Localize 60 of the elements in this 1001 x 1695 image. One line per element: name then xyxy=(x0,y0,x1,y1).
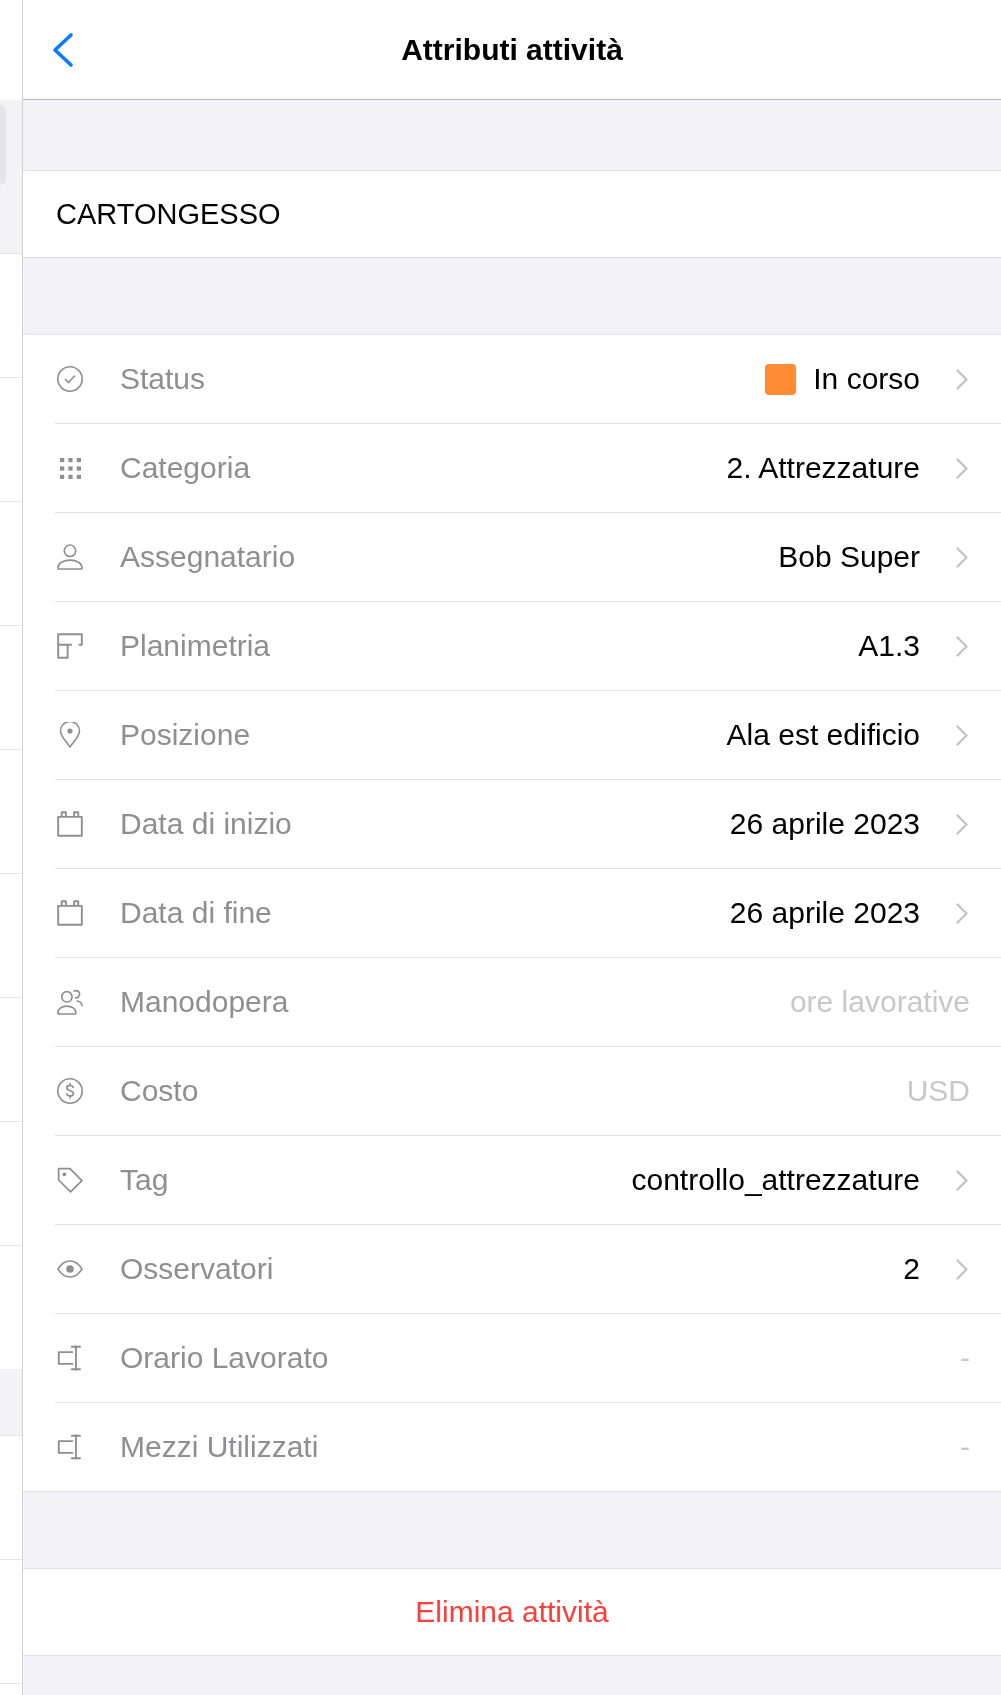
attribute-value: 26 aprile 2023 xyxy=(729,807,920,841)
attribute-value: 26 aprile 2023 xyxy=(729,896,920,930)
attribute-label: Osservatori xyxy=(120,1252,274,1286)
calendar-icon xyxy=(57,900,83,926)
attribute-row[interactable]: Posizione Ala est edificio xyxy=(23,691,1001,780)
chevron-right-icon xyxy=(956,1169,968,1191)
attribute-label: Tag xyxy=(120,1163,169,1197)
attribute-row[interactable]: Planimetria A1.3 xyxy=(23,602,1001,691)
attribute-label: Data di fine xyxy=(120,896,272,930)
i-beam-box-icon xyxy=(57,1434,83,1460)
check-circle-icon xyxy=(57,366,83,392)
two-people-icon xyxy=(57,989,83,1015)
navigation-title: Attributi attività xyxy=(401,32,623,67)
delete-button[interactable]: Elimina attività xyxy=(23,1568,1001,1656)
dollar-circle-icon xyxy=(57,1078,83,1104)
attribute-label: Orario Lavorato xyxy=(120,1341,329,1375)
input-field[interactable]: USD xyxy=(670,1074,970,1108)
attribute-label: Manodopera xyxy=(120,985,289,1019)
chevron-right-icon xyxy=(956,902,968,924)
chevron-right-icon xyxy=(956,635,968,657)
attribute-label: Assegnatario xyxy=(120,540,296,574)
attribute-value: Bob Super xyxy=(778,540,920,574)
empty-value: - xyxy=(960,1430,970,1464)
chevron-right-icon xyxy=(956,368,968,390)
empty-value: - xyxy=(960,1341,970,1375)
attribute-row[interactable]: Categoria 2. Attrezzature xyxy=(23,424,1001,513)
input-field[interactable]: ore lavorative xyxy=(670,985,970,1019)
back-chevron-icon xyxy=(50,32,76,68)
attribute-row[interactable]: Status In corso xyxy=(23,335,1001,424)
attribute-value: 2 xyxy=(903,1252,920,1286)
task-name-field[interactable]: CARTONGESSO xyxy=(23,170,1001,258)
attribute-label: Planimetria xyxy=(120,629,271,663)
attribute-row[interactable]: Data di inizio 26 aprile 2023 xyxy=(23,780,1001,869)
location-pin-icon xyxy=(57,722,83,748)
attribute-value: Ala est edificio xyxy=(726,718,920,752)
attribute-row[interactable]: Tag controllo_attrezzature xyxy=(23,1136,1001,1225)
person-icon xyxy=(57,544,83,570)
attribute-row[interactable]: Data di fine 26 aprile 2023 xyxy=(23,869,1001,958)
chevron-right-icon xyxy=(956,457,968,479)
attribute-label: Costo xyxy=(120,1074,199,1108)
calendar-icon xyxy=(57,811,83,837)
attribute-value: controllo_attrezzature xyxy=(631,1163,920,1197)
attribute-value: A1.3 xyxy=(858,629,920,663)
attribute-row[interactable]: Assegnatario Bob Super xyxy=(23,513,1001,602)
attribute-value: In corso xyxy=(813,362,920,396)
attribute-label: Mezzi Utilizzati xyxy=(120,1430,319,1464)
grid-icon xyxy=(59,457,81,479)
attribute-label: Status xyxy=(120,362,206,396)
tag-icon xyxy=(57,1167,83,1193)
chevron-right-icon xyxy=(956,1258,968,1280)
floor-plan-icon xyxy=(57,633,83,659)
attribute-label: Data di inizio xyxy=(120,807,292,841)
attribute-row[interactable]: Osservatori 2 xyxy=(23,1225,1001,1314)
attribute-label: Posizione xyxy=(120,718,251,752)
chevron-right-icon xyxy=(956,724,968,746)
chevron-right-icon xyxy=(956,813,968,835)
chevron-right-icon xyxy=(956,546,968,568)
attribute-value: 2. Attrezzature xyxy=(726,451,920,485)
i-beam-box-icon xyxy=(57,1345,83,1371)
attribute-label: Categoria xyxy=(120,451,251,485)
